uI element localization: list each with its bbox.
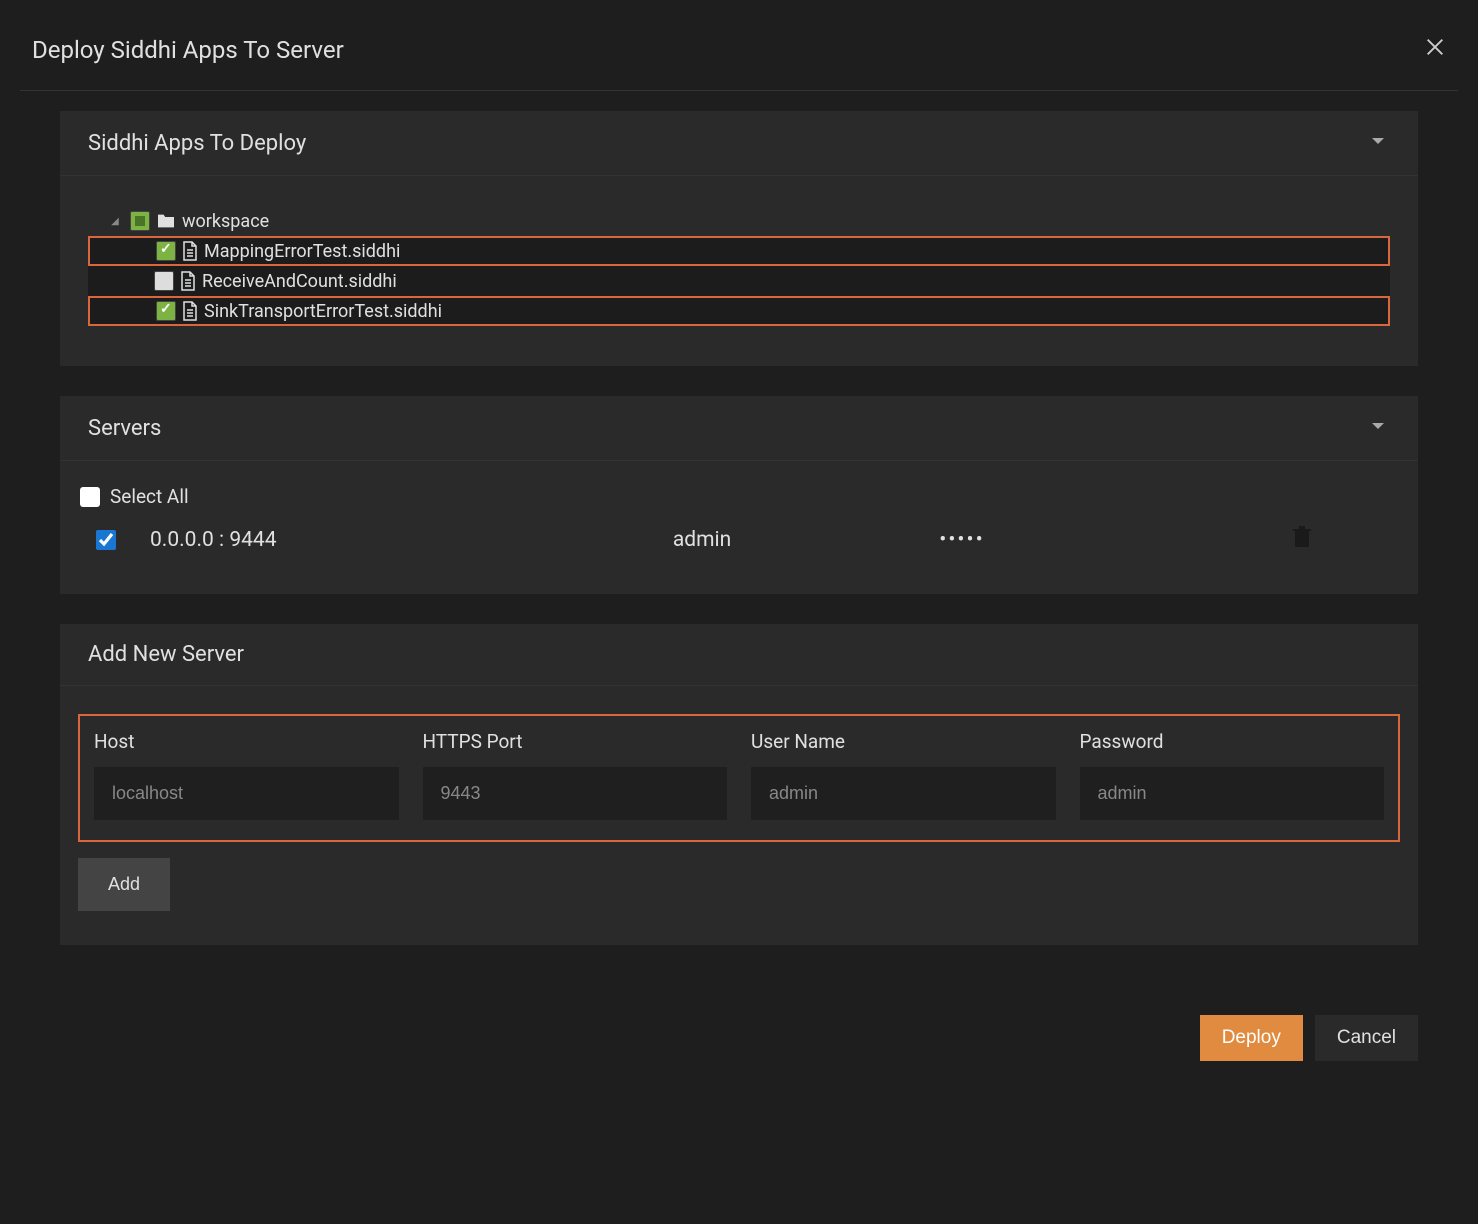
password-input[interactable] [1080, 767, 1385, 820]
folder-icon [156, 213, 176, 229]
password-group: Password [1080, 730, 1385, 820]
tree-root-row[interactable]: ◢ workspace [88, 206, 1390, 236]
server-checkbox[interactable] [96, 530, 116, 550]
deploy-button[interactable]: Deploy [1200, 1015, 1303, 1061]
server-user: admin [673, 528, 929, 552]
host-group: Host [94, 730, 399, 820]
delete-server-button[interactable] [1293, 526, 1311, 554]
add-server-panel-title: Add New Server [88, 642, 244, 667]
port-label: HTTPS Port [423, 730, 728, 753]
server-actions [1206, 526, 1398, 554]
apps-panel-title: Siddhi Apps To Deploy [88, 131, 306, 156]
server-password: ••••• [939, 528, 1195, 552]
folder-checkbox[interactable] [130, 211, 150, 231]
add-server-panel-header: Add New Server [60, 624, 1418, 686]
password-label: Password [1080, 730, 1385, 753]
trash-icon [1293, 526, 1311, 548]
servers-panel-content: Select All 0.0.0.0 : 9444 admin ••••• [60, 461, 1418, 594]
dialog-body: Siddhi Apps To Deploy ◢ workspace [20, 91, 1458, 995]
cancel-button[interactable]: Cancel [1315, 1015, 1418, 1061]
port-input[interactable] [423, 767, 728, 820]
dialog-title: Deploy Siddhi Apps To Server [32, 36, 344, 64]
username-group: User Name [751, 730, 1056, 820]
file-checkbox[interactable] [154, 271, 174, 291]
dialog-footer: Deploy Cancel [20, 995, 1458, 1081]
file-label: SinkTransportErrorTest.siddhi [204, 301, 442, 322]
tree-file-row[interactable]: SinkTransportErrorTest.siddhi [88, 296, 1390, 326]
select-all-label: Select All [110, 485, 189, 508]
folder-label: workspace [182, 211, 269, 232]
chevron-down-icon [1366, 129, 1390, 153]
apps-panel-header[interactable]: Siddhi Apps To Deploy [60, 111, 1418, 176]
servers-panel: Servers Select All 0.0.0.0 : 9444 admin … [60, 396, 1418, 594]
username-label: User Name [751, 730, 1056, 753]
file-checkbox[interactable] [156, 241, 176, 261]
file-checkbox[interactable] [156, 301, 176, 321]
add-server-content: Host HTTPS Port User Name Password Add [60, 686, 1418, 945]
server-row: 0.0.0.0 : 9444 admin ••••• [80, 526, 1398, 554]
host-label: Host [94, 730, 399, 753]
servers-collapse-toggle[interactable] [1366, 414, 1390, 442]
close-button[interactable] [1420, 32, 1450, 68]
file-label: MappingErrorTest.siddhi [204, 241, 400, 262]
add-server-button[interactable]: Add [78, 858, 170, 911]
add-server-form: Host HTTPS Port User Name Password [78, 714, 1400, 842]
username-input[interactable] [751, 767, 1056, 820]
select-all-row: Select All [80, 485, 1398, 508]
tree-file-row[interactable]: MappingErrorTest.siddhi [88, 236, 1390, 266]
apps-panel-content: ◢ workspace MappingErrorTest.siddhi [60, 176, 1418, 366]
tree-expand-icon[interactable]: ◢ [110, 216, 120, 226]
apps-collapse-toggle[interactable] [1366, 129, 1390, 157]
close-icon [1424, 36, 1446, 58]
file-icon [180, 271, 196, 291]
dialog-header: Deploy Siddhi Apps To Server [20, 20, 1458, 91]
host-input[interactable] [94, 767, 399, 820]
file-icon [182, 301, 198, 321]
servers-panel-title: Servers [88, 416, 161, 441]
chevron-down-icon [1366, 414, 1390, 438]
add-server-panel: Add New Server Host HTTPS Port User Name… [60, 624, 1418, 945]
port-group: HTTPS Port [423, 730, 728, 820]
file-label: ReceiveAndCount.siddhi [202, 271, 397, 292]
select-all-checkbox[interactable] [80, 487, 100, 507]
file-icon [182, 241, 198, 261]
apps-panel: Siddhi Apps To Deploy ◢ workspace [60, 111, 1418, 366]
file-tree: ◢ workspace MappingErrorTest.siddhi [88, 206, 1390, 326]
tree-file-row[interactable]: ReceiveAndCount.siddhi [88, 266, 1390, 296]
server-host: 0.0.0.0 : 9444 [150, 528, 663, 552]
servers-panel-header[interactable]: Servers [60, 396, 1418, 461]
